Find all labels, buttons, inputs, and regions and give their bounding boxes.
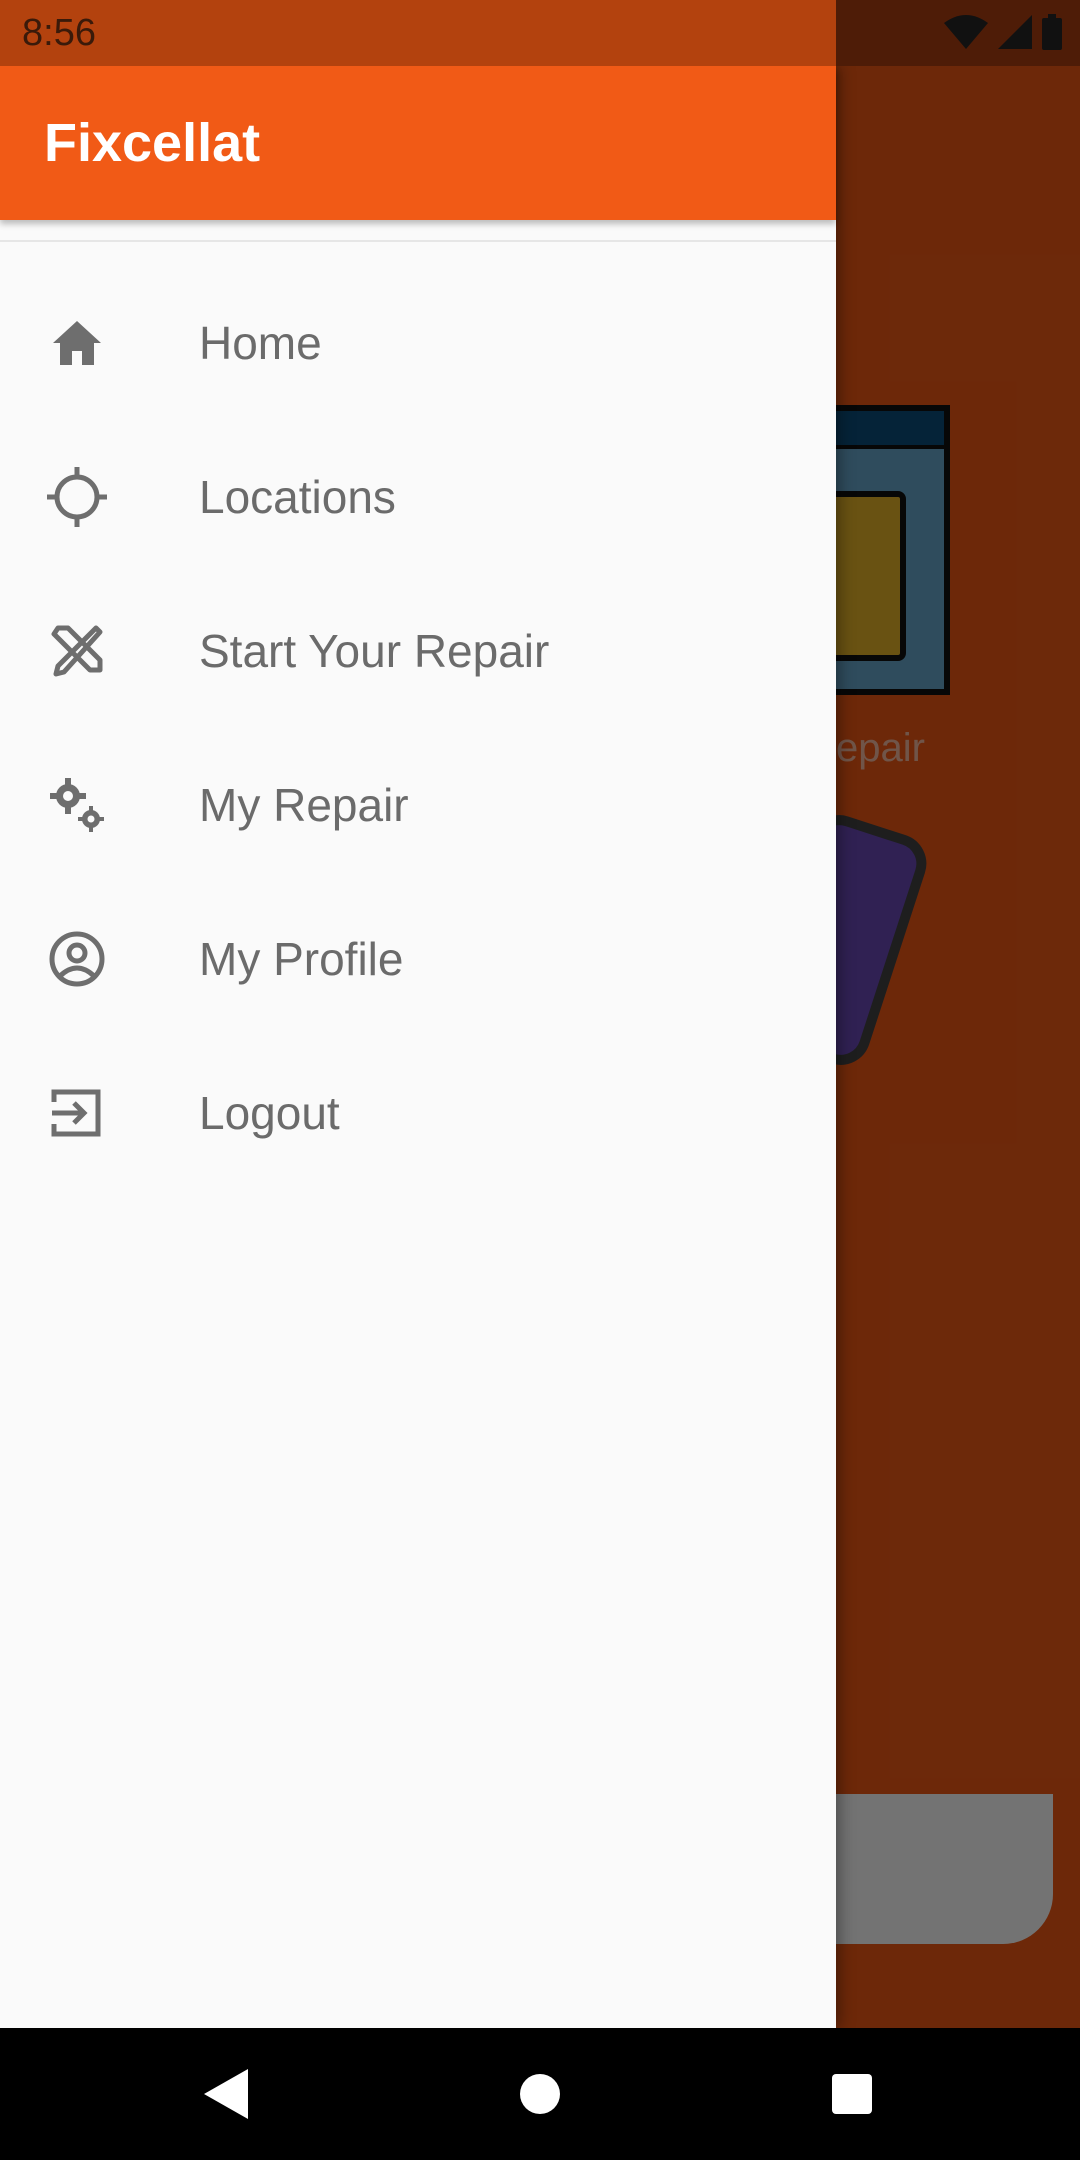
drawer-menu: Home Locations Start Your Repair My Repa… (0, 266, 836, 1190)
logout-icon (46, 1082, 108, 1144)
profile-icon (46, 928, 108, 990)
menu-item-locations[interactable]: Locations (0, 420, 836, 574)
battery-icon (1042, 14, 1062, 55)
status-bar: 8:56 (0, 0, 1080, 66)
menu-label-locations: Locations (199, 471, 396, 523)
status-time: 8:56 (22, 12, 96, 54)
home-icon (46, 312, 108, 374)
gears-icon (46, 774, 108, 836)
menu-label-home: Home (199, 317, 322, 369)
recents-icon[interactable] (826, 2068, 878, 2120)
wifi-icon (944, 15, 988, 54)
menu-label-my-repair: My Repair (199, 779, 409, 831)
menu-label-my-profile: My Profile (199, 933, 404, 985)
drawer-title: Fixcellat (44, 113, 261, 173)
back-icon[interactable] (200, 2068, 252, 2120)
menu-item-start-repair[interactable]: Start Your Repair (0, 574, 836, 728)
menu-item-my-repair[interactable]: My Repair (0, 728, 836, 882)
tools-icon (46, 620, 108, 682)
navigation-drawer: Fixcellat Home Locations Start Your Repa… (0, 66, 836, 2028)
navigation-bar (0, 2028, 1080, 2160)
drawer-header: Fixcellat (0, 66, 836, 220)
menu-item-home[interactable]: Home (0, 266, 836, 420)
menu-label-logout: Logout (199, 1087, 340, 1139)
signal-icon (998, 15, 1032, 54)
crosshair-icon (46, 466, 108, 528)
menu-label-start-repair: Start Your Repair (199, 625, 550, 677)
menu-item-logout[interactable]: Logout (0, 1036, 836, 1190)
drawer-divider (0, 240, 836, 242)
home-circle-icon[interactable] (514, 2068, 566, 2120)
menu-item-my-profile[interactable]: My Profile (0, 882, 836, 1036)
